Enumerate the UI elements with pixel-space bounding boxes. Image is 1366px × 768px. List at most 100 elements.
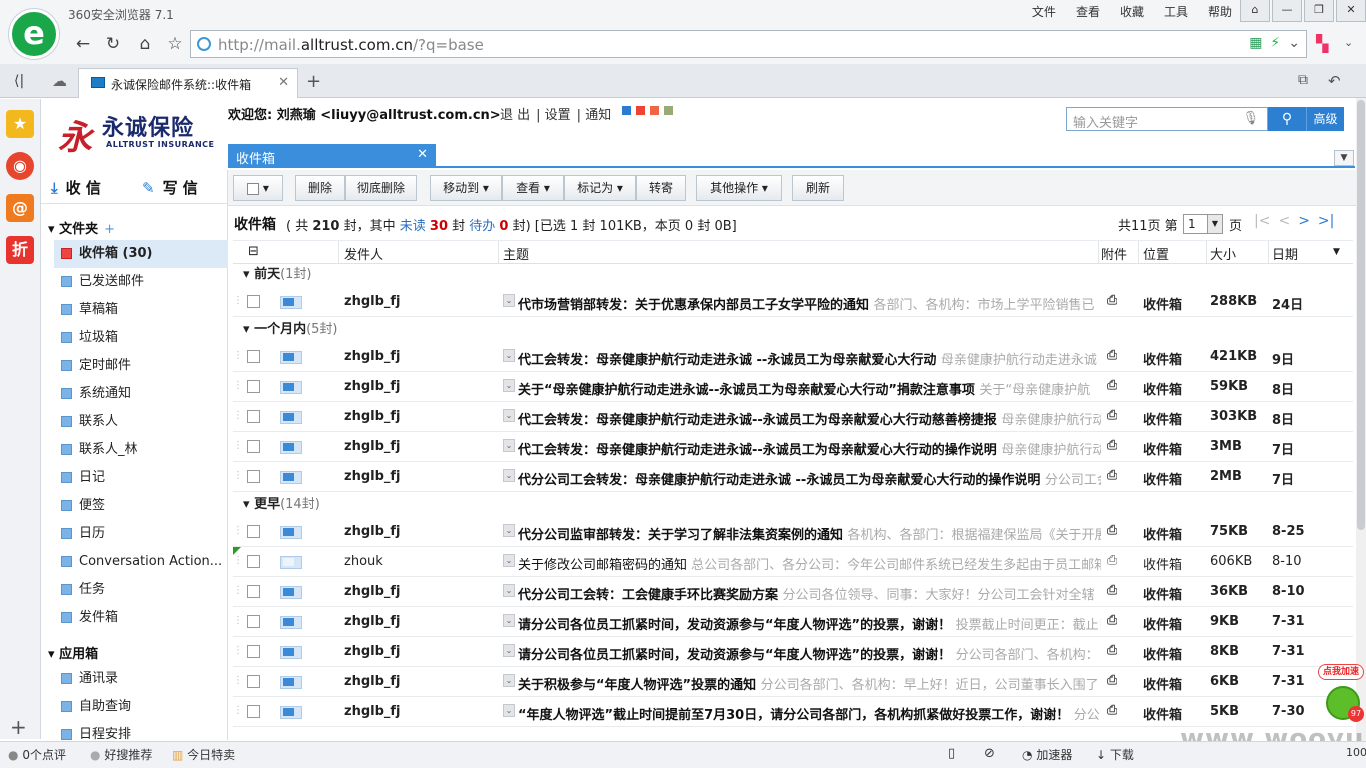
row-subject[interactable]: 关于积极参与“年度人物评选”投票的通知 分公司各部门、各机构：早上好！近日，公司…: [518, 674, 1101, 693]
row-subject[interactable]: 代市场营销部转发：关于优惠承保内部员工子女学平险的通知 各部门、各机构：市场上学…: [518, 294, 1101, 313]
row-checkbox[interactable]: [247, 440, 260, 453]
table-row[interactable]: ⋮⋮ zhglb_fj ⌄ “年度人物评选”截止时间提前至7月30日，请分公司各部门，…: [233, 697, 1353, 727]
col-size[interactable]: 大小: [1210, 244, 1236, 263]
app-item[interactable]: 通讯录: [54, 665, 228, 693]
last-page-icon[interactable]: >|: [1318, 213, 1334, 229]
attachment-icon[interactable]: ⎙: [1107, 703, 1117, 718]
tab-mail[interactable]: 永诚保险邮件系统::收件箱 ✕: [78, 68, 298, 98]
menu-view[interactable]: 查看: [1066, 4, 1110, 20]
other-actions-button[interactable]: 其他操作 ▾: [696, 175, 782, 201]
mail-search-box[interactable]: 输入关键字 🎙: [1066, 107, 1268, 131]
row-checkbox[interactable]: [247, 585, 260, 598]
folder-item[interactable]: 已发送邮件: [54, 268, 228, 296]
delete-button[interactable]: 删除: [295, 175, 345, 201]
browser-logo[interactable]: e: [9, 9, 59, 59]
pending-filter-link[interactable]: 待办: [469, 219, 495, 234]
attachment-icon[interactable]: ⎙: [1107, 643, 1117, 658]
skin-green[interactable]: [664, 106, 673, 115]
weibo-icon[interactable]: ◉: [6, 152, 34, 180]
folder-item[interactable]: 定时邮件: [54, 352, 228, 380]
download-status[interactable]: ↓ 下载: [1096, 746, 1134, 763]
table-row[interactable]: ⋮⋮ zhglb_fj ⌄ 代分公司工会转：工会健康手环比赛奖励方案 分公司各位领导、…: [233, 577, 1353, 607]
chevron-down-icon[interactable]: ⌄: [1288, 35, 1300, 51]
col-sender[interactable]: 发件人: [344, 244, 383, 263]
apps-section[interactable]: ▾ 应用箱: [48, 643, 98, 662]
attachment-icon[interactable]: ⎙: [1107, 468, 1117, 483]
row-subject[interactable]: 请分公司各位员工抓紧时间，发动资源参与“年度人物评选”的投票，谢谢！ 投票截止时…: [518, 614, 1101, 633]
row-subject[interactable]: 代分公司工会转发：母亲健康护航行动走进永诚 --永诚员工为母亲献爱心大行动的操作…: [518, 469, 1101, 488]
lightning-icon[interactable]: ⚡: [1270, 35, 1280, 51]
tag-icon[interactable]: ⌄: [503, 409, 515, 422]
group-header[interactable]: ▾ 更早(14封): [233, 493, 1353, 517]
table-row[interactable]: ⋮⋮ zhglb_fj ⌄ 关于积极参与“年度人物评选”投票的通知 分公司各部门、各机…: [233, 667, 1353, 697]
row-checkbox[interactable]: [247, 555, 260, 568]
table-row[interactable]: ⋮⋮ zhglb_fj ⌄ 关于“母亲健康护航行动走进永诚--永诚员工为母亲献爱心大行…: [233, 372, 1353, 402]
row-subject[interactable]: 关于修改公司邮箱密码的通知 总公司各部门、各分公司：今年公司邮件系统已经发生多起…: [518, 554, 1101, 573]
folder-item[interactable]: Conversation Action...: [54, 548, 228, 576]
tag-icon[interactable]: ⌄: [503, 614, 515, 627]
address-bar[interactable]: http://mail.alltrust.com.cn/?q=base ▦ ⚡ …: [190, 30, 1307, 58]
home-icon[interactable]: ⌂: [134, 33, 156, 55]
tag-icon[interactable]: ⌄: [503, 554, 515, 567]
purge-button[interactable]: 彻底删除: [345, 175, 417, 201]
tag-icon[interactable]: ⌄: [503, 294, 515, 307]
row-checkbox[interactable]: [247, 525, 260, 538]
row-checkbox[interactable]: [247, 410, 260, 423]
row-subject[interactable]: 请分公司各位员工抓紧时间，发动资源参与“年度人物评选”的投票，谢谢！ 分公司各部…: [518, 644, 1101, 663]
discount-icon[interactable]: 折: [6, 236, 34, 264]
folder-item[interactable]: 便签: [54, 492, 228, 520]
email-at-icon[interactable]: @: [6, 194, 34, 222]
search-input[interactable]: 输入关键字: [1073, 112, 1138, 131]
col-subject[interactable]: 主题: [503, 244, 529, 263]
back-arrow-icon[interactable]: ←: [72, 33, 94, 55]
folder-item[interactable]: 任务: [54, 576, 228, 604]
tag-icon[interactable]: ⌄: [503, 704, 515, 717]
menu-favorites[interactable]: 收藏: [1110, 4, 1154, 20]
close-icon[interactable]: ✕: [278, 75, 289, 90]
attachment-icon[interactable]: ⎙: [1107, 378, 1117, 393]
skin-button[interactable]: ⌂: [1240, 0, 1270, 22]
menu-file[interactable]: 文件: [1022, 4, 1066, 20]
view-button[interactable]: 查看 ▾: [502, 175, 564, 201]
row-subject[interactable]: “年度人物评选”截止时间提前至7月30日，请分公司各部门，各机构抓紧做好投票工作…: [518, 704, 1101, 723]
add-folder-icon[interactable]: +: [104, 222, 115, 237]
cloud-icon[interactable]: ☁: [52, 72, 67, 90]
row-checkbox[interactable]: [247, 705, 260, 718]
tag-icon[interactable]: ⌄: [503, 584, 515, 597]
restore-tabs-icon[interactable]: ⧉: [1298, 72, 1308, 88]
attachment-icon[interactable]: ⎙: [1107, 293, 1117, 308]
menu-tools[interactable]: 工具: [1154, 4, 1198, 20]
logout-link[interactable]: 退 出: [500, 108, 530, 123]
unread-filter-link[interactable]: 未读: [400, 219, 426, 234]
row-checkbox[interactable]: [247, 350, 260, 363]
folder-item[interactable]: 日记: [54, 464, 228, 492]
row-checkbox[interactable]: [247, 470, 260, 483]
new-tab-icon[interactable]: +: [306, 71, 321, 92]
favorites-star-icon[interactable]: ★: [6, 110, 34, 138]
attachment-icon[interactable]: ⎙: [1107, 523, 1117, 538]
security-icon[interactable]: ⊘: [984, 746, 995, 761]
skin-red[interactable]: [636, 106, 645, 115]
col-location[interactable]: 位置: [1143, 244, 1169, 263]
refresh-button[interactable]: 刷新: [792, 175, 844, 201]
menu-help[interactable]: 帮助: [1198, 4, 1242, 20]
search-button[interactable]: ⚲: [1268, 107, 1306, 131]
table-row[interactable]: ⋮⋮ zhglb_fj ⌄ 代分公司监审部转发：关于学习了解非法集资案例的通知 各机构…: [233, 517, 1353, 547]
favorite-star-icon[interactable]: ☆: [164, 33, 186, 55]
sidebar-toggle-icon[interactable]: ⟨|: [14, 73, 24, 89]
microphone-icon[interactable]: 🎙: [1242, 111, 1259, 126]
next-page-icon[interactable]: >: [1298, 213, 1310, 229]
chevron-down-icon[interactable]: ⌄: [1344, 36, 1353, 49]
move-to-button[interactable]: 移动到 ▾: [430, 175, 502, 201]
table-row[interactable]: ⋮⋮ zhglb_fj ⌄ 请分公司各位员工抓紧时间，发动资源参与“年度人物评选”的投…: [233, 607, 1353, 637]
table-row[interactable]: ⋮⋮ zhouk ⌄ 关于修改公司邮箱密码的通知 总公司各部门、各分公司：今年公司邮件…: [233, 547, 1353, 577]
folder-item[interactable]: 发件箱: [54, 604, 228, 632]
folder-item[interactable]: 系统通知: [54, 380, 228, 408]
folder-item[interactable]: 日历: [54, 520, 228, 548]
table-row[interactable]: ⋮⋮ zhglb_fj ⌄ 代市场营销部转发：关于优惠承保内部员工子女学平险的通知 各…: [233, 287, 1353, 317]
maximize-button[interactable]: ❐: [1304, 0, 1334, 22]
row-subject[interactable]: 代分公司监审部转发：关于学习了解非法集资案例的通知 各机构、各部门：根据福建保监…: [518, 524, 1101, 543]
folder-item[interactable]: 垃圾箱: [54, 324, 228, 352]
table-row[interactable]: ⋮⋮ zhglb_fj ⌄ 代工会转发：母亲健康护航行动走进永诚 --永诚员工为母亲献…: [233, 342, 1353, 372]
forward-button[interactable]: 转寄: [636, 175, 686, 201]
